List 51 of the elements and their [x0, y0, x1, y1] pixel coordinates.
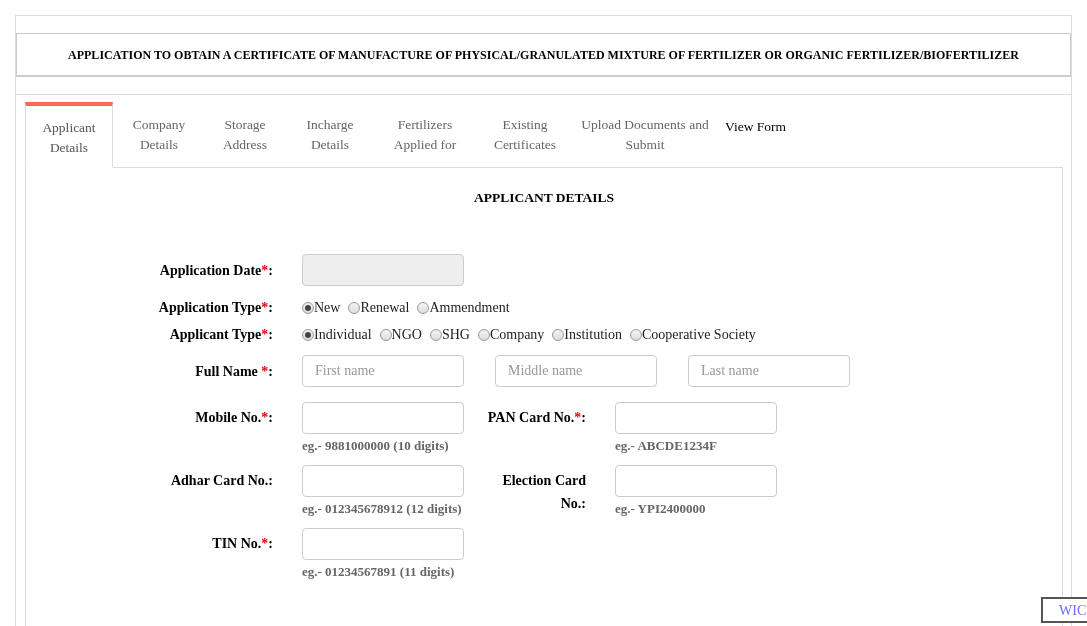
- radio-label[interactable]: Cooperative Society: [641, 324, 756, 346]
- text-field[interactable]: [615, 402, 777, 435]
- page-title: APPLICATION TO OBTAIN A CERTIFICATE OF MANUFACTURE OF PHYSICAL/GRANULATED MIXTURE OF FERTILIZER OR ORGANIC FERTILIZER/BIOFERTILIZER: [68, 46, 1019, 64]
- radio-label[interactable]: NGO: [391, 324, 422, 346]
- tab[interactable]: Applicant Details: [25, 102, 113, 168]
- field-label: PAN Card No.*:: [486, 409, 586, 428]
- radio-button[interactable]: [429, 328, 442, 341]
- section-title: APPLICANT DETAILS: [472, 189, 616, 207]
- field-label: Adhar Card No.:: [169, 472, 273, 491]
- text-field[interactable]: Last name: [688, 355, 850, 388]
- tab[interactable]: Existing Certificates: [475, 115, 575, 155]
- hint-text: eg.- YPI2400000: [615, 501, 707, 518]
- tab[interactable]: Incharge Details: [285, 115, 375, 155]
- radio-button[interactable]: [417, 301, 430, 314]
- text-field[interactable]: Middle name: [495, 355, 657, 388]
- field-label: TIN No.*:: [211, 535, 273, 554]
- text-field[interactable]: [302, 465, 464, 498]
- radio-label[interactable]: Ammendment: [429, 297, 510, 319]
- view-form-link[interactable]: View Form: [715, 117, 797, 138]
- radio-button[interactable]: [379, 328, 392, 341]
- tab[interactable]: Company Details: [113, 115, 205, 155]
- radio-button[interactable]: [302, 328, 314, 341]
- hint-text: eg.- 01234567891 (11 digits): [302, 564, 456, 581]
- hint-text: eg.- 012345678912 (12 digits): [302, 501, 463, 518]
- text-field[interactable]: [615, 465, 777, 498]
- hint-text: eg.- 9881000000 (10 digits): [302, 438, 450, 455]
- tab[interactable]: Storage Address: [205, 115, 285, 155]
- floating-button[interactable]: WIC: [1041, 597, 1087, 623]
- radio-button[interactable]: [629, 328, 642, 341]
- field-label: Application Date*:: [158, 261, 273, 280]
- field-label: Applicant Type*:: [168, 326, 273, 345]
- tab[interactable]: Upload Documents and Submit: [575, 115, 715, 155]
- hint-text: eg.- ABCDE1234F: [615, 438, 718, 455]
- field-label: Mobile No.*:: [194, 409, 273, 428]
- radio-label[interactable]: Renewal: [360, 297, 410, 319]
- radio-label[interactable]: New: [314, 297, 341, 319]
- radio-button[interactable]: [302, 301, 314, 314]
- field-label: Full Name *:: [194, 362, 273, 381]
- text-field[interactable]: [302, 528, 464, 561]
- radio-label[interactable]: Institution: [564, 324, 622, 346]
- radio-label[interactable]: Individual: [314, 324, 372, 346]
- tab[interactable]: Fertilizers Applied for: [375, 115, 475, 155]
- text-field[interactable]: [302, 402, 464, 435]
- radio-button[interactable]: [552, 328, 565, 341]
- radio-button[interactable]: [477, 328, 490, 341]
- field-label: Election Card No.:: [501, 472, 586, 514]
- radio-label[interactable]: SHG: [441, 324, 470, 346]
- text-field[interactable]: First name: [302, 355, 464, 388]
- radio-label[interactable]: Company: [489, 324, 545, 346]
- radio-button[interactable]: [348, 301, 361, 314]
- field-label: Application Type*:: [157, 299, 273, 318]
